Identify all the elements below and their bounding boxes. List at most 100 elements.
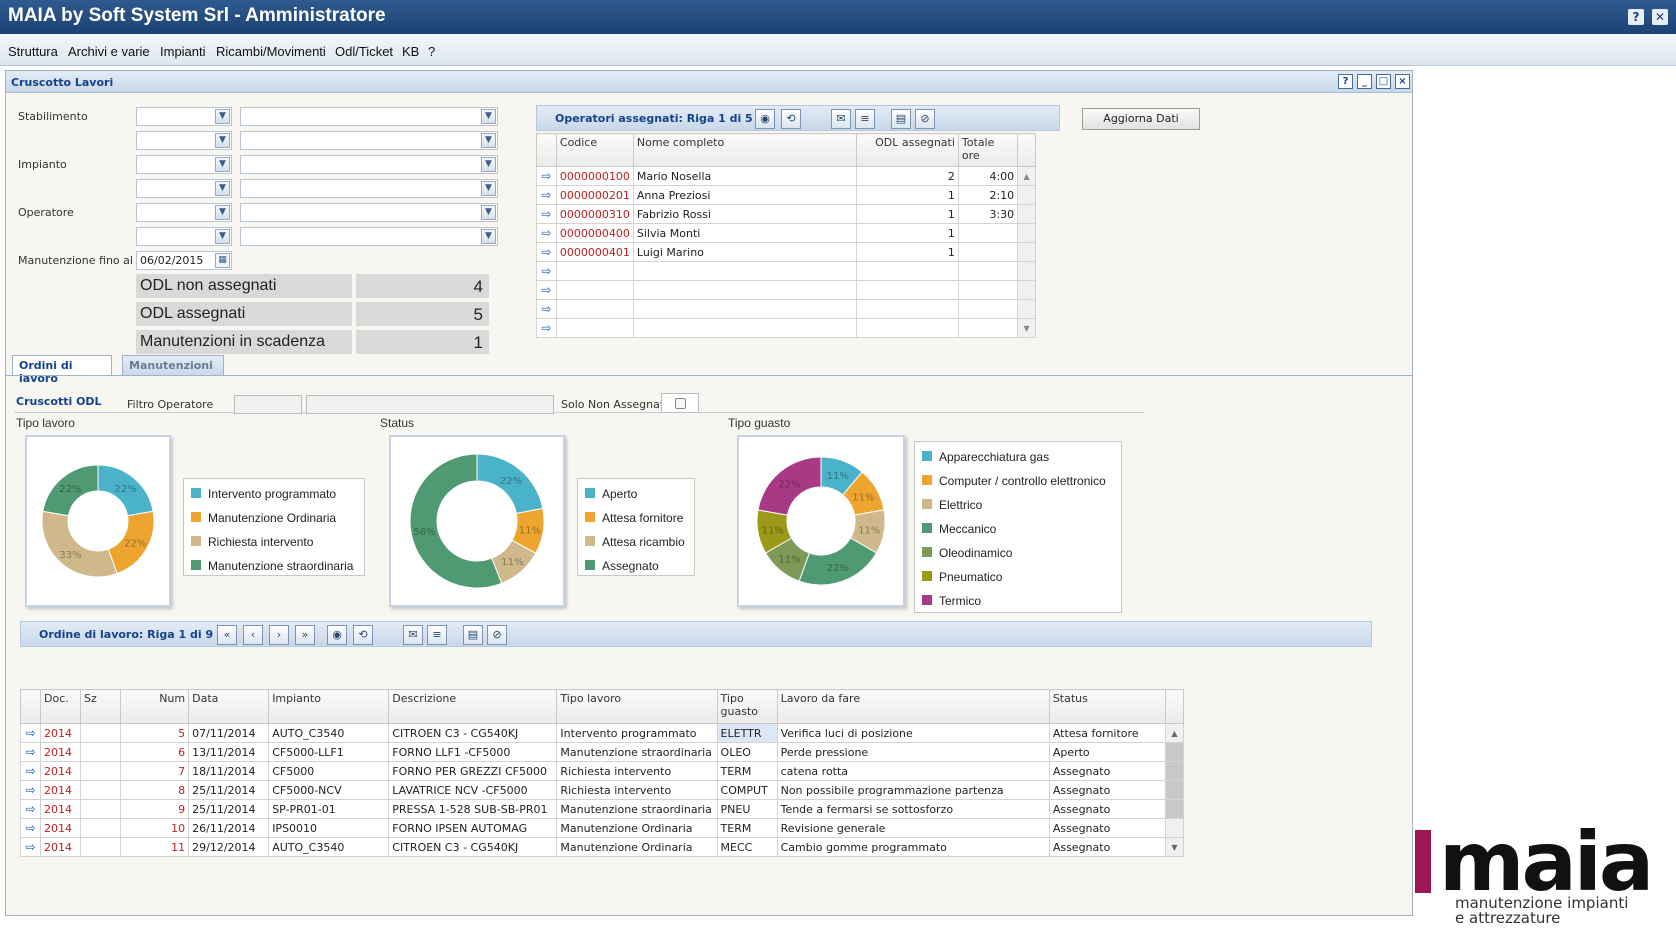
col-data[interactable]: Data — [188, 689, 270, 724]
row-select-icon[interactable]: ⇨ — [536, 318, 557, 338]
col-impianto[interactable]: Impianto — [268, 689, 390, 724]
close-panel-icon[interactable]: × — [1395, 74, 1410, 89]
table-row[interactable]: ⇨ ▼ — [536, 318, 1036, 338]
legend-item[interactable]: Manutenzione Ordinaria — [190, 511, 336, 525]
operatore-desc-combo[interactable]: ▼ — [240, 203, 498, 222]
menu-struttura[interactable]: Struttura — [8, 44, 58, 59]
next-page-icon[interactable]: › — [269, 625, 289, 645]
legend-item[interactable]: Assegnato — [584, 559, 659, 573]
date-field[interactable]: 06/02/2015 ▦ — [136, 251, 232, 270]
export-icon[interactable]: ✉ — [403, 625, 423, 645]
table-row[interactable]: ⇨ 0000000201 Anna Preziosi 1 2:10 — [536, 185, 1036, 205]
print-icon[interactable]: ▤ — [891, 109, 911, 129]
solo-non-assegnati-checkbox[interactable] — [661, 393, 699, 413]
legend-item[interactable]: Attesa ricambio — [584, 535, 685, 549]
stabilimento-desc-combo[interactable]: ▼ — [240, 107, 498, 126]
table-row[interactable]: ⇨ 0000000401 Luigi Marino 1 — [536, 242, 1036, 262]
legend-item[interactable]: Aperto — [584, 487, 637, 501]
donut-slice-2[interactable] — [41, 510, 118, 578]
chevron-down-icon[interactable]: ▼ — [215, 157, 230, 172]
col-tipo-guasto[interactable]: Tipo guasto — [716, 689, 778, 724]
scrollbar-cell[interactable]: ▲ — [1164, 723, 1185, 743]
scrollbar-cell[interactable]: ▼ — [1017, 318, 1036, 338]
legend-item[interactable]: Oleodinamico — [921, 546, 1012, 560]
row-select-icon[interactable]: ⇨ — [536, 223, 557, 243]
menu-ricambi[interactable]: Ricambi/Movimenti — [216, 44, 326, 59]
filtro-operatore-desc[interactable] — [306, 395, 554, 414]
row-select-icon[interactable]: ⇨ — [19, 799, 42, 819]
col-descrizione[interactable]: Descrizione — [388, 689, 558, 724]
col-num[interactable]: Num — [120, 689, 190, 724]
chevron-down-icon[interactable]: ▼ — [481, 109, 496, 124]
chevron-down-icon[interactable]: ▼ — [215, 133, 230, 148]
refresh-icon[interactable]: ⟲ — [781, 109, 801, 129]
col-odl-assegnati[interactable]: ODL assegnati — [855, 133, 959, 167]
menu-impianti[interactable]: Impianti — [160, 44, 206, 59]
filter-clear-icon[interactable]: ⊘ — [487, 625, 507, 645]
operatore-code-combo-2[interactable]: ▼ — [136, 227, 232, 246]
table-row[interactable]: ⇨ 0000000400 Silvia Monti 1 — [536, 223, 1036, 243]
columns-icon[interactable]: ≡ — [855, 109, 875, 129]
panel-help-icon[interactable]: ? — [1338, 74, 1353, 89]
col-nome[interactable]: Nome completo — [632, 133, 857, 167]
refresh-icon[interactable]: ⟲ — [353, 625, 373, 645]
row-select-icon[interactable]: ⇨ — [536, 242, 557, 262]
scrollbar-cell[interactable] — [1164, 818, 1185, 838]
row-select-icon[interactable]: ⇨ — [19, 818, 42, 838]
legend-item[interactable]: Termico — [921, 594, 981, 608]
menu-help[interactable]: ? — [428, 44, 435, 59]
chevron-down-icon[interactable]: ▼ — [481, 181, 496, 196]
last-page-icon[interactable]: » — [295, 625, 315, 645]
menu-kb[interactable]: KB — [402, 44, 419, 59]
table-row[interactable]: ⇨ — [536, 261, 1036, 281]
scrollbar-cell[interactable] — [1164, 742, 1185, 762]
col-totale-ore[interactable]: Totale ore — [957, 133, 1019, 167]
row-select-icon[interactable]: ⇨ — [536, 299, 557, 319]
col-doc[interactable]: Doc. — [40, 689, 82, 724]
table-row[interactable]: ⇨ 2014 9 25/11/2014 SP-PR01-01 PRESSA 1-528 S… — [19, 799, 1185, 819]
row-select-icon[interactable]: ⇨ — [536, 185, 557, 205]
table-row[interactable]: ⇨ 2014 6 13/11/2014 CF5000-LLF1 FORNO LLF1 -C… — [19, 742, 1185, 762]
col-tipo-lavoro[interactable]: Tipo lavoro — [556, 689, 718, 724]
help-icon[interactable]: ? — [1628, 9, 1644, 25]
columns-icon[interactable]: ≡ — [427, 625, 447, 645]
row-select-icon[interactable]: ⇨ — [19, 742, 42, 762]
chevron-down-icon[interactable]: ▼ — [481, 133, 496, 148]
legend-item[interactable]: Apparecchiatura gas — [921, 450, 1049, 464]
export-icon[interactable]: ✉ — [831, 109, 851, 129]
scrollbar-cell[interactable] — [1164, 761, 1185, 781]
filtro-operatore-code[interactable] — [234, 395, 302, 414]
chevron-down-icon[interactable]: ▼ — [481, 229, 496, 244]
table-row[interactable]: ⇨ 2014 5 07/11/2014 AUTO_C3540 CITROEN C3 - C… — [19, 723, 1185, 743]
scrollbar-cell[interactable] — [1017, 204, 1036, 224]
scrollbar-cell[interactable] — [1017, 299, 1036, 319]
minimize-icon[interactable]: _ — [1357, 74, 1372, 89]
chevron-down-icon[interactable]: ▼ — [481, 205, 496, 220]
tab-ordini-di-lavoro[interactable]: Ordini di lavoro — [12, 355, 112, 385]
aggiorna-dati-button[interactable]: Aggiorna Dati — [1082, 108, 1200, 130]
checkbox-square[interactable] — [675, 398, 686, 409]
table-row[interactable]: ⇨ — [536, 280, 1036, 300]
calendar-icon[interactable]: ▦ — [215, 253, 230, 268]
lightbulb-icon[interactable]: ◉ — [755, 109, 775, 129]
legend-item[interactable]: Meccanico — [921, 522, 996, 536]
stabilimento-code-combo-2[interactable]: ▼ — [136, 131, 232, 150]
prev-page-icon[interactable]: ‹ — [243, 625, 263, 645]
scrollbar-cell[interactable] — [1017, 280, 1036, 300]
col-codice[interactable]: Codice — [555, 133, 634, 167]
legend-item[interactable]: Elettrico — [921, 498, 982, 512]
legend-item[interactable]: Richiesta intervento — [190, 535, 313, 549]
scrollbar-cell[interactable] — [1017, 185, 1036, 205]
table-row[interactable]: ⇨ 0000000310 Fabrizio Rossi 1 3:30 — [536, 204, 1036, 224]
legend-item[interactable]: Computer / controllo elettronico — [921, 474, 1106, 488]
menu-odl-ticket[interactable]: Odl/Ticket — [335, 44, 393, 59]
table-row[interactable]: ⇨ 2014 7 18/11/2014 CF5000 FORNO PER GREZZI C… — [19, 761, 1185, 781]
table-row[interactable]: ⇨ 2014 10 26/11/2014 IPS0010 FORNO IPSEN AUTO… — [19, 818, 1185, 838]
tab-manutenzioni[interactable]: Manutenzioni — [122, 355, 224, 375]
scrollbar-cell[interactable]: ▲ — [1017, 166, 1036, 186]
row-select-icon[interactable]: ⇨ — [536, 204, 557, 224]
chevron-down-icon[interactable]: ▼ — [215, 229, 230, 244]
scrollbar-cell[interactable] — [1164, 780, 1185, 800]
row-select-icon[interactable]: ⇨ — [536, 166, 557, 186]
table-row[interactable]: ⇨ — [536, 299, 1036, 319]
